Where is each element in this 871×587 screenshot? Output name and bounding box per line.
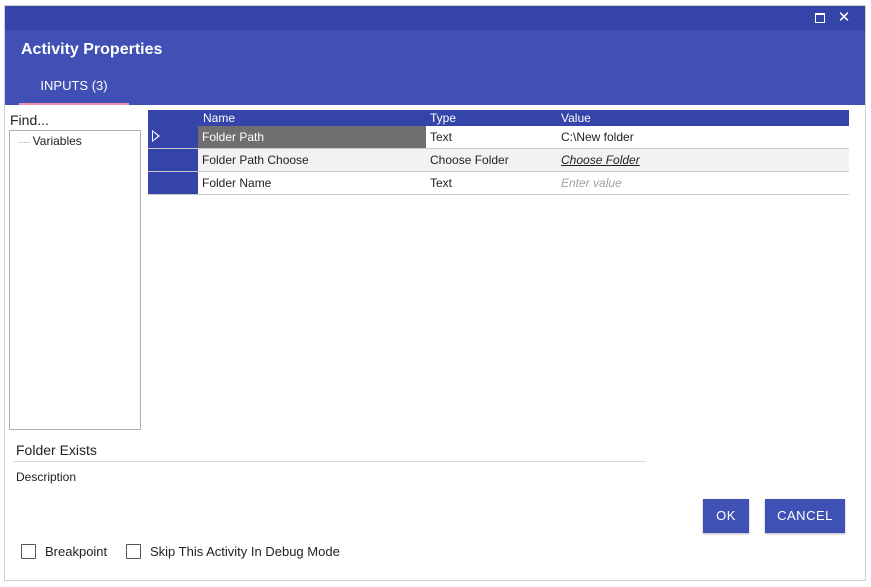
cell-type: Choose Folder	[430, 153, 509, 167]
breakpoint-option[interactable]: Breakpoint	[21, 541, 107, 561]
close-icon: ✕	[837, 9, 851, 26]
column-header-type[interactable]: Type	[430, 111, 456, 125]
skip-debug-label: Skip This Activity In Debug Mode	[150, 543, 340, 559]
divider	[13, 461, 646, 462]
tree-item-variables[interactable]: ····· Variables	[18, 134, 82, 148]
title-bar: ✕	[5, 6, 865, 30]
dialog-header: Activity Properties INPUTS (3)	[5, 30, 865, 105]
description-field[interactable]: Description	[16, 470, 76, 484]
breakpoint-checkbox[interactable]	[21, 543, 36, 559]
maximize-button[interactable]	[809, 8, 831, 28]
table-row[interactable]: Folder Path Text C:\New folder	[148, 126, 849, 149]
tab-inputs-label: INPUTS (3)	[40, 78, 108, 93]
tree-item-label: Variables	[32, 134, 82, 148]
activity-name: Folder Exists	[16, 442, 97, 458]
find-label[interactable]: Find...	[10, 112, 49, 128]
column-header-name[interactable]: Name	[203, 111, 235, 125]
row-selected-arrow-icon	[152, 130, 160, 142]
skip-debug-option[interactable]: Skip This Activity In Debug Mode	[126, 541, 340, 561]
skip-debug-checkbox[interactable]	[126, 543, 141, 559]
tree-connector: ·····	[18, 137, 31, 148]
cell-value-input[interactable]: C:\New folder	[561, 126, 841, 148]
tab-inputs[interactable]: INPUTS (3)	[19, 75, 129, 105]
breakpoint-label: Breakpoint	[45, 543, 108, 559]
cancel-button[interactable]: CANCEL	[765, 499, 845, 533]
variables-tree[interactable]: ····· Variables	[9, 130, 141, 430]
cell-name[interactable]: Folder Path Choose	[198, 149, 426, 171]
row-header[interactable]	[148, 126, 198, 148]
choose-folder-link[interactable]: Choose Folder	[561, 149, 841, 171]
cell-name[interactable]: Folder Name	[198, 172, 426, 194]
close-button[interactable]: ✕	[833, 8, 855, 28]
cell-type: Text	[430, 130, 453, 144]
cell-type: Text	[430, 176, 453, 190]
tab-active-indicator	[19, 103, 129, 105]
inputs-grid: Name Type Value Folder Path Text C:\New …	[148, 110, 849, 195]
row-header[interactable]	[148, 172, 198, 194]
activity-properties-window: ✕ Activity Properties INPUTS (3) Find...…	[4, 5, 866, 581]
ok-button[interactable]: OK	[703, 499, 749, 533]
grid-header: Name Type Value	[148, 110, 849, 126]
row-header[interactable]	[148, 149, 198, 171]
column-header-value[interactable]: Value	[561, 111, 591, 125]
table-row[interactable]: Folder Path Choose Choose Folder Choose …	[148, 149, 849, 172]
dialog-title: Activity Properties	[21, 41, 163, 58]
table-row[interactable]: Folder Name Text Enter value	[148, 172, 849, 195]
cell-value-input[interactable]: Enter value	[561, 172, 841, 194]
cell-name[interactable]: Folder Path	[198, 126, 426, 148]
maximize-icon	[815, 13, 825, 23]
